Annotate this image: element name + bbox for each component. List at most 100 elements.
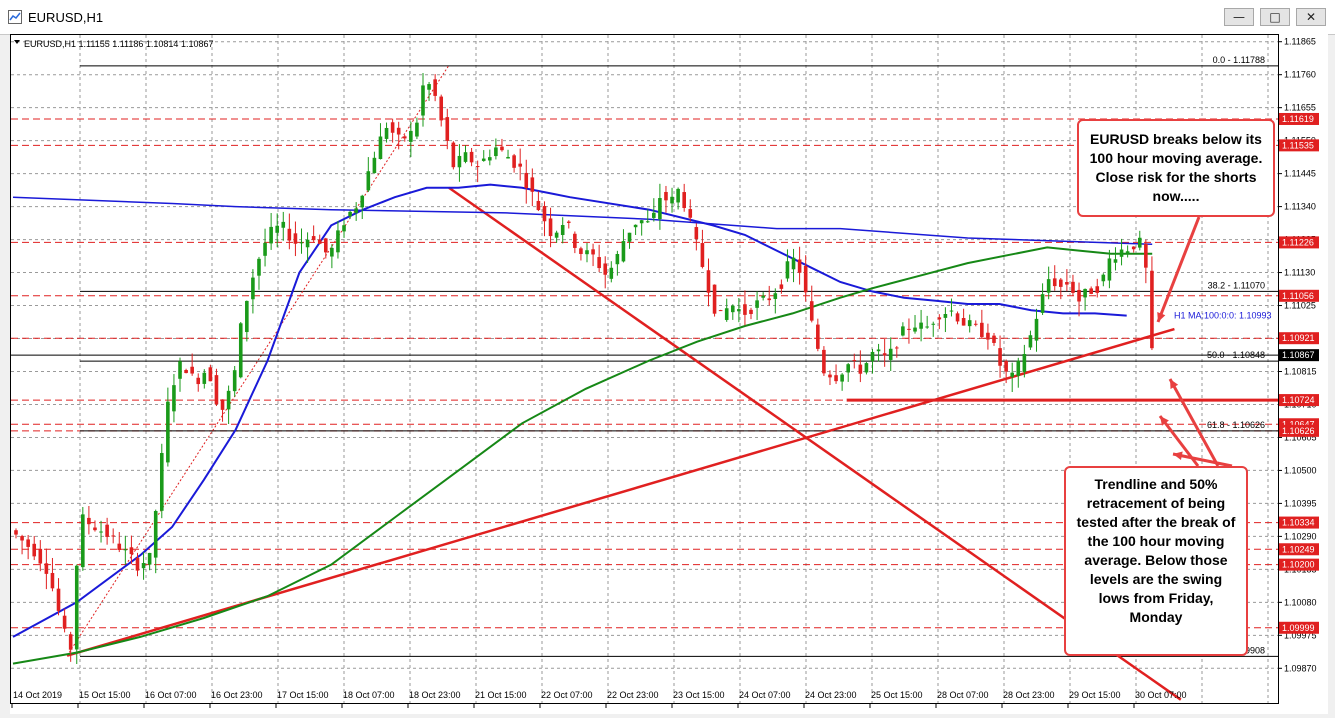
candle bbox=[384, 122, 389, 143]
candle bbox=[20, 534, 24, 555]
minimize-button[interactable]: — bbox=[1224, 8, 1254, 26]
level-price-label: 1.10249 bbox=[1282, 544, 1315, 554]
candle bbox=[214, 368, 219, 407]
candle-body bbox=[20, 536, 24, 541]
candle-body bbox=[603, 263, 608, 275]
candle-body bbox=[834, 375, 838, 382]
candle bbox=[372, 151, 377, 174]
candle bbox=[1034, 308, 1039, 352]
candle-body bbox=[536, 200, 541, 211]
candle bbox=[749, 307, 753, 320]
candle-body bbox=[257, 258, 261, 276]
price-axis-label: 1.11025 bbox=[1284, 301, 1316, 311]
candle bbox=[524, 159, 529, 204]
close-button[interactable]: ✕ bbox=[1296, 8, 1326, 26]
candle-body bbox=[245, 300, 249, 333]
candle-body bbox=[876, 349, 881, 352]
candle bbox=[761, 292, 765, 301]
candle-body bbox=[986, 332, 990, 340]
candle-body bbox=[718, 310, 723, 312]
candle-body bbox=[797, 259, 802, 273]
candle bbox=[603, 256, 608, 289]
candle-body bbox=[785, 261, 790, 279]
candle-body bbox=[1071, 281, 1075, 293]
candle bbox=[50, 557, 55, 592]
candle bbox=[99, 520, 103, 543]
time-axis-label: 24 Oct 07:00 bbox=[739, 690, 791, 700]
candle-body bbox=[1077, 289, 1081, 302]
candle bbox=[56, 578, 61, 616]
candle bbox=[639, 219, 644, 236]
candle bbox=[1071, 274, 1075, 296]
candle-body bbox=[226, 390, 231, 410]
candle-body bbox=[336, 230, 340, 253]
candle bbox=[506, 149, 510, 159]
candle bbox=[439, 94, 444, 127]
candle-body bbox=[396, 127, 401, 135]
level-price-label: 1.11226 bbox=[1282, 237, 1314, 247]
candle bbox=[834, 364, 838, 384]
candle-body bbox=[494, 147, 498, 157]
level-price-label: 1.10626 bbox=[1282, 426, 1315, 436]
candle bbox=[123, 535, 128, 565]
time-axis-label: 16 Oct 07:00 bbox=[145, 690, 197, 700]
candle-body bbox=[281, 221, 286, 228]
candle bbox=[706, 258, 711, 307]
time-axis-label: 17 Oct 15:00 bbox=[277, 690, 329, 700]
maximize-button[interactable]: □ bbox=[1260, 8, 1290, 26]
candle-body bbox=[184, 370, 188, 374]
candle bbox=[415, 117, 419, 140]
candle-body bbox=[591, 249, 595, 255]
candle bbox=[609, 261, 614, 283]
candle bbox=[68, 631, 73, 662]
candle bbox=[1089, 286, 1093, 295]
candle-body bbox=[1089, 288, 1093, 294]
candle-body bbox=[1101, 274, 1106, 282]
time-axis-label: 28 Oct 07:00 bbox=[937, 690, 989, 700]
candle-body bbox=[694, 227, 699, 240]
candle bbox=[238, 322, 243, 379]
candle bbox=[755, 291, 759, 320]
candle bbox=[937, 314, 942, 330]
price-axis-label: 1.09870 bbox=[1284, 663, 1317, 673]
candle-body bbox=[1131, 246, 1136, 250]
candle bbox=[299, 228, 304, 254]
candle bbox=[159, 443, 164, 519]
candle bbox=[172, 374, 176, 423]
candle-body bbox=[166, 401, 170, 463]
candle bbox=[536, 191, 541, 212]
candle bbox=[184, 368, 188, 374]
candle-body bbox=[172, 385, 176, 412]
candle bbox=[1101, 273, 1106, 287]
time-axis-label: 16 Oct 23:00 bbox=[211, 690, 263, 700]
candle bbox=[251, 269, 255, 314]
candle bbox=[226, 385, 231, 425]
candle-body bbox=[196, 377, 201, 385]
candle-body bbox=[463, 152, 468, 162]
time-axis-label: 22 Oct 07:00 bbox=[541, 690, 593, 700]
candle-body bbox=[311, 236, 316, 241]
candle bbox=[973, 320, 978, 327]
candle-body bbox=[645, 221, 650, 223]
candle-body bbox=[178, 361, 182, 379]
candle bbox=[494, 138, 498, 160]
candle-body bbox=[828, 374, 832, 378]
candle-body bbox=[372, 157, 377, 174]
candle bbox=[694, 223, 699, 251]
candle bbox=[816, 318, 820, 352]
candle-body bbox=[287, 228, 292, 241]
candle-body bbox=[749, 309, 753, 315]
candle-body bbox=[925, 326, 929, 328]
level-price-label: 1.10200 bbox=[1282, 560, 1315, 570]
candle-body bbox=[1040, 294, 1045, 313]
candle bbox=[724, 298, 729, 322]
candle-body bbox=[360, 195, 365, 208]
candle bbox=[591, 243, 595, 267]
candle bbox=[488, 149, 492, 166]
candle-body bbox=[317, 239, 322, 244]
callout-break-ma: EURUSD breaks below its 100 hour moving … bbox=[1077, 119, 1275, 217]
candle-body bbox=[500, 146, 504, 151]
candle bbox=[512, 153, 516, 173]
candle bbox=[1028, 330, 1033, 350]
fibonacci-label: 38.2 - 1.11070 bbox=[1208, 280, 1265, 290]
